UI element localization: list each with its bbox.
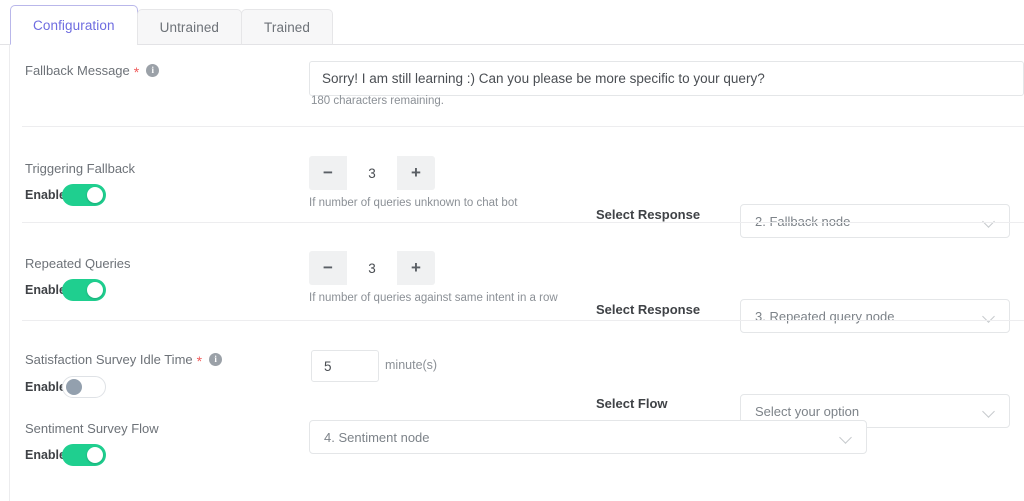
triggering-fallback-response-label: Select Response	[596, 207, 701, 222]
toggle-knob	[87, 282, 103, 298]
repeated-queries-helper: If number of queries against same intent…	[309, 292, 558, 304]
satisfaction-survey-required-marker: *	[196, 352, 203, 369]
tab-untrained-label: Untrained	[159, 19, 220, 35]
satisfaction-survey-label: Satisfaction Survey Idle Time * i	[25, 352, 223, 369]
repeated-queries-toggle[interactable]	[62, 279, 106, 301]
sentiment-survey-label: Sentiment Survey Flow	[25, 421, 159, 436]
info-icon[interactable]: i	[209, 353, 223, 366]
satisfaction-survey-label-text: Satisfaction Survey Idle Time	[25, 352, 193, 367]
fallback-message-input[interactable]	[309, 61, 1024, 96]
triggering-fallback-stepper: − 3 +	[309, 156, 435, 190]
chevron-down-icon	[984, 406, 995, 417]
tab-trained[interactable]: Trained	[241, 9, 334, 45]
sentiment-survey-enable-label: Enable	[25, 448, 66, 462]
repeated-queries-enable-label: Enable	[25, 283, 66, 297]
triggering-fallback-enable-label: Enable	[25, 188, 66, 202]
repeated-queries-response-value: 3. Repeated query node	[755, 308, 895, 324]
repeated-queries-stepper: − 3 +	[309, 251, 435, 285]
fallback-message-label: Fallback Message * i	[25, 63, 160, 80]
triggering-fallback-increment-button[interactable]: +	[397, 156, 435, 190]
tab-untrained[interactable]: Untrained	[136, 9, 243, 45]
divider-2	[22, 222, 1024, 223]
triggering-fallback-value[interactable]: 3	[347, 156, 397, 190]
satisfaction-survey-unit-label: minute(s)	[385, 358, 438, 372]
triggering-fallback-response-value: 2. Fallback node	[755, 213, 851, 229]
satisfaction-survey-toggle[interactable]	[62, 376, 106, 398]
triggering-fallback-toggle[interactable]	[62, 184, 106, 206]
triggering-fallback-decrement-button[interactable]: −	[309, 156, 347, 190]
triggering-fallback-label-text: Triggering Fallback	[25, 161, 136, 176]
fallback-message-label-text: Fallback Message	[25, 63, 130, 78]
satisfaction-survey-flow-value: Select your option	[755, 403, 860, 419]
satisfaction-survey-enable-label: Enable	[25, 380, 66, 394]
tab-trained-label: Trained	[264, 19, 311, 35]
repeated-queries-label: Repeated Queries	[25, 256, 131, 271]
repeated-queries-decrement-button[interactable]: −	[309, 251, 347, 285]
triggering-fallback-label: Triggering Fallback	[25, 161, 135, 176]
repeated-queries-response-label: Select Response	[596, 302, 701, 317]
tab-bar: Configuration Untrained Trained	[0, 0, 1024, 45]
repeated-queries-increment-button[interactable]: +	[397, 251, 435, 285]
tab-configuration-label: Configuration	[33, 17, 115, 33]
configuration-page: Configuration Untrained Trained Fallback…	[0, 0, 1024, 501]
fallback-message-helper: 180 characters remaining.	[311, 95, 444, 107]
chevron-down-icon	[984, 216, 995, 227]
triggering-fallback-response-select[interactable]: 2. Fallback node	[740, 204, 1010, 238]
repeated-queries-label-text: Repeated Queries	[25, 256, 131, 271]
info-icon[interactable]: i	[146, 64, 160, 77]
tabbar-spacer	[0, 0, 10, 44]
fallback-message-required-marker: *	[133, 63, 140, 80]
satisfaction-survey-minutes-input[interactable]	[311, 350, 379, 382]
repeated-queries-response-select[interactable]: 3. Repeated query node	[740, 299, 1010, 333]
sentiment-survey-flow-value: 4. Sentiment node	[324, 429, 430, 445]
sentiment-survey-label-text: Sentiment Survey Flow	[25, 421, 159, 436]
sentiment-survey-toggle[interactable]	[62, 444, 106, 466]
divider-1	[22, 126, 1024, 127]
sentiment-survey-flow-select[interactable]: 4. Sentiment node	[309, 420, 867, 454]
divider-3	[22, 320, 1024, 321]
triggering-fallback-helper: If number of queries unknown to chat bot	[309, 197, 518, 209]
toggle-knob	[66, 379, 82, 395]
toggle-knob	[87, 447, 103, 463]
tab-configuration[interactable]: Configuration	[10, 5, 138, 45]
configuration-body: Fallback Message * i 180 characters rema…	[0, 45, 1024, 501]
left-rail-divider	[9, 45, 10, 501]
repeated-queries-value[interactable]: 3	[347, 251, 397, 285]
chevron-down-icon	[841, 432, 852, 443]
satisfaction-survey-flow-label: Select Flow	[596, 396, 668, 411]
toggle-knob	[87, 187, 103, 203]
